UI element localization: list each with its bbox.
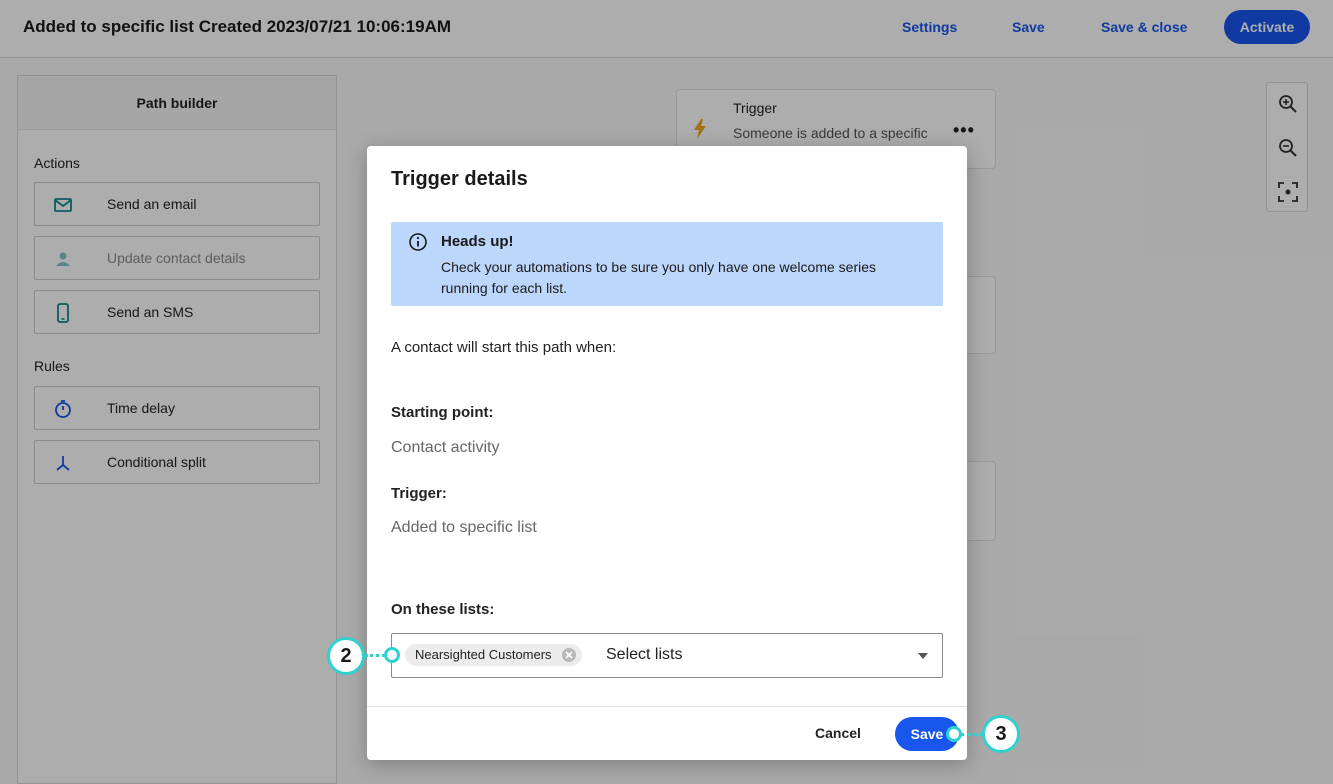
- callout-anchor: [384, 647, 400, 663]
- remove-chip-icon[interactable]: [561, 647, 577, 663]
- info-icon: [409, 233, 427, 251]
- starting-point-value: Contact activity: [391, 439, 500, 456]
- trigger-details-modal: Trigger details Heads up! Check your aut…: [367, 146, 967, 760]
- callout-step-3: 3: [982, 715, 1020, 753]
- chevron-down-icon[interactable]: [918, 653, 928, 659]
- trigger-label: Trigger:: [391, 485, 447, 502]
- select-placeholder[interactable]: Select lists: [606, 646, 682, 664]
- callout-anchor: [946, 726, 962, 742]
- footer-divider: [367, 706, 967, 707]
- selected-list-chip: Nearsighted Customers: [405, 644, 582, 666]
- callout-step-2: 2: [327, 637, 365, 675]
- modal-title: Trigger details: [391, 168, 528, 190]
- lists-label: On these lists:: [391, 601, 495, 618]
- alert-title: Heads up!: [441, 233, 514, 250]
- trigger-value: Added to specific list: [391, 519, 537, 536]
- callout-connector: [961, 733, 983, 736]
- alert-text: Check your automations to be sure you on…: [441, 259, 877, 296]
- intro-text: A contact will start this path when:: [391, 339, 617, 356]
- cancel-button[interactable]: Cancel: [815, 725, 861, 741]
- heads-up-alert: Heads up! Check your automations to be s…: [391, 222, 943, 306]
- lists-select[interactable]: Nearsighted Customers Select lists: [391, 633, 943, 678]
- callout-connector: [365, 654, 385, 657]
- starting-point-label: Starting point:: [391, 404, 494, 421]
- chip-label: Nearsighted Customers: [415, 647, 552, 662]
